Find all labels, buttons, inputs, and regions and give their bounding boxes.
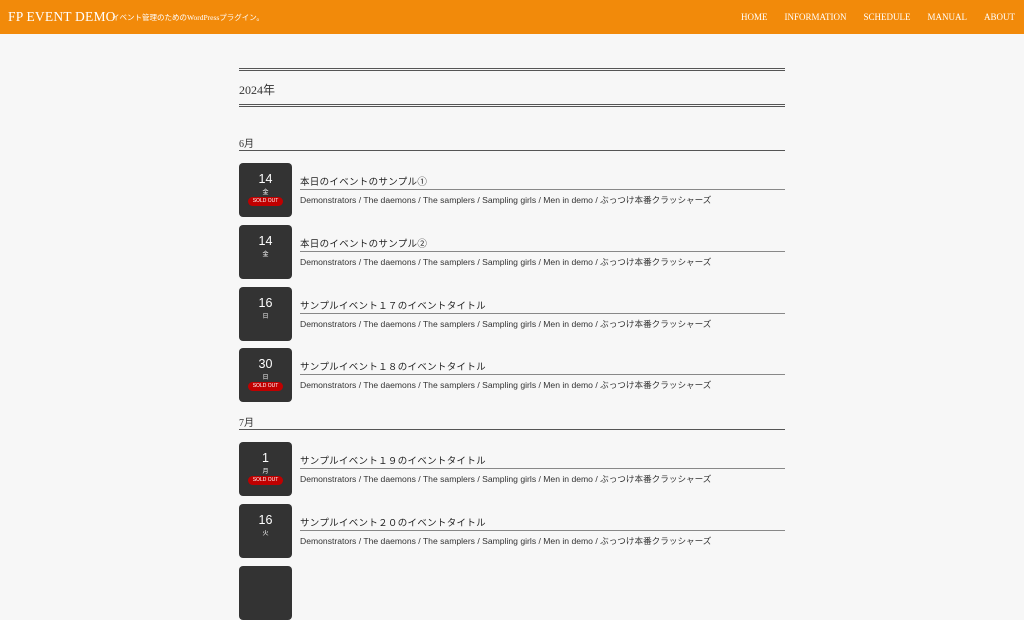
year-title: 2024年 xyxy=(239,83,276,97)
event-weekday: 火 xyxy=(262,531,269,537)
event-weekday: 金 xyxy=(262,190,269,196)
sold-out-badge: SOLD OUT xyxy=(248,382,283,391)
event-item[interactable]: 14 金 SOLD OUT 本日のイベントのサンプル① Demonstrator… xyxy=(239,163,785,217)
event-item[interactable] xyxy=(239,566,785,620)
event-day: 14 xyxy=(258,234,273,248)
schedule-list: 2024年 6月 14 金 SOLD OUT 本日のイベントのサンプル① Dem… xyxy=(239,68,785,620)
event-item[interactable]: 14 金 本日のイベントのサンプル② Demonstrators / The d… xyxy=(239,225,785,279)
month-heading: 6月 xyxy=(239,134,785,151)
nav-schedule[interactable]: SCHEDULE xyxy=(864,12,911,22)
event-weekday: 日 xyxy=(262,314,269,320)
event-weekday: 日 xyxy=(262,375,269,381)
event-title[interactable]: 本日のイベントのサンプル① xyxy=(300,174,785,190)
event-item[interactable]: 1 月 SOLD OUT サンプルイベント１９のイベントタイトル Demonst… xyxy=(239,442,785,496)
nav-information[interactable]: INFORMATION xyxy=(784,12,846,22)
event-item[interactable]: 16 火 サンプルイベント２０のイベントタイトル Demonstrators /… xyxy=(239,504,785,558)
sold-out-badge: SOLD OUT xyxy=(248,197,283,206)
event-item[interactable]: 16 日 サンプルイベント１７のイベントタイトル Demonstrators /… xyxy=(239,287,785,341)
event-cast: Demonstrators / The daemons / The sample… xyxy=(300,474,712,484)
year-heading xyxy=(239,68,785,107)
event-item[interactable]: 30 日 SOLD OUT サンプルイベント１８のイベントタイトル Demons… xyxy=(239,348,785,402)
event-weekday: 月 xyxy=(262,469,269,475)
nav-home[interactable]: HOME xyxy=(741,12,768,22)
event-cast: Demonstrators / The daemons / The sample… xyxy=(300,319,712,329)
sold-out-badge: SOLD OUT xyxy=(248,476,283,485)
month-label: 7月 xyxy=(239,418,254,429)
date-tile: 14 金 SOLD OUT xyxy=(239,163,292,217)
date-tile: 1 月 SOLD OUT xyxy=(239,442,292,496)
event-day: 16 xyxy=(258,296,273,310)
event-day: 30 xyxy=(258,357,273,371)
event-cast: Demonstrators / The daemons / The sample… xyxy=(300,257,712,267)
month-heading: 7月 xyxy=(239,413,785,430)
event-title[interactable]: 本日のイベントのサンプル② xyxy=(300,236,785,252)
event-title[interactable]: サンプルイベント１９のイベントタイトル xyxy=(300,453,785,469)
event-title[interactable]: サンプルイベント１７のイベントタイトル xyxy=(300,298,785,314)
event-title[interactable]: サンプルイベント１８のイベントタイトル xyxy=(300,359,785,375)
event-title[interactable]: サンプルイベント２０のイベントタイトル xyxy=(300,515,785,531)
date-tile: 16 火 xyxy=(239,504,292,558)
event-day: 1 xyxy=(262,451,269,465)
event-day: 16 xyxy=(258,513,273,527)
event-cast: Demonstrators / The daemons / The sample… xyxy=(300,380,712,390)
site-description: イベント管理のためのWordPressプラグイン。 xyxy=(112,13,264,22)
date-tile: 30 日 SOLD OUT xyxy=(239,348,292,402)
site-title[interactable]: FP EVENT DEMO xyxy=(8,9,116,25)
date-tile: 16 日 xyxy=(239,287,292,341)
main-nav: HOME INFORMATION SCHEDULE MANUAL ABOUT xyxy=(741,12,1015,22)
date-tile xyxy=(239,566,292,620)
event-weekday: 金 xyxy=(262,252,269,258)
event-day: 14 xyxy=(258,172,273,186)
event-cast: Demonstrators / The daemons / The sample… xyxy=(300,536,712,546)
month-label: 6月 xyxy=(239,139,254,150)
nav-manual[interactable]: MANUAL xyxy=(928,12,968,22)
date-tile: 14 金 xyxy=(239,225,292,279)
site-header: FP EVENT DEMO イベント管理のためのWordPressプラグイン。 … xyxy=(0,0,1024,34)
nav-about[interactable]: ABOUT xyxy=(984,12,1015,22)
event-cast: Demonstrators / The daemons / The sample… xyxy=(300,195,712,205)
